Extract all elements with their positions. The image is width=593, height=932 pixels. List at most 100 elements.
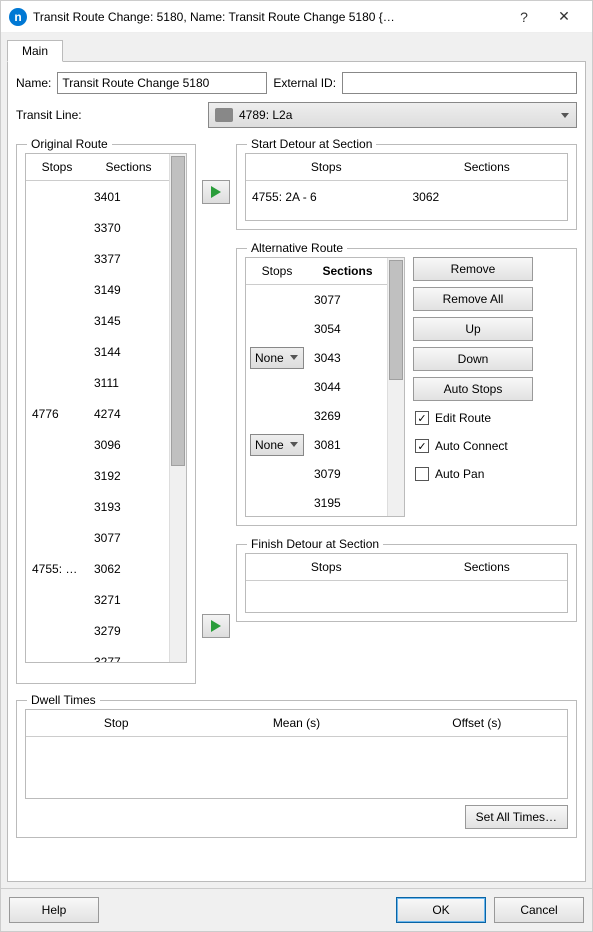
table-row[interactable]: 3079: [246, 459, 387, 488]
table-row[interactable]: 3144: [26, 336, 169, 367]
scrollbar-thumb[interactable]: [389, 260, 403, 380]
alternative-route-table[interactable]: Stops Sections 30773054None304330443269N…: [245, 257, 405, 517]
remove-all-button[interactable]: Remove All: [413, 287, 533, 311]
titlebar: n Transit Route Change: 5180, Name: Tran…: [1, 1, 592, 33]
edit-route-checkbox[interactable]: ✓ Edit Route: [413, 407, 568, 429]
sections-header: Sections: [407, 154, 568, 180]
chevron-down-icon: [560, 110, 570, 120]
remove-button[interactable]: Remove: [413, 257, 533, 281]
right-column: Start Detour at Section Stops Sections 4…: [236, 136, 577, 684]
section-cell: 3144: [88, 345, 169, 359]
table-row[interactable]: 3195: [246, 488, 387, 516]
section-cell: 3077: [88, 531, 169, 545]
client-area: Main Name: External ID: Transit Line: 47…: [1, 33, 592, 888]
table-row[interactable]: 3077: [246, 285, 387, 314]
table-row[interactable]: 3271: [26, 584, 169, 615]
section-cell: 3096: [88, 438, 169, 452]
section-cell: 3077: [308, 293, 387, 307]
set-all-times-button[interactable]: Set All Times…: [465, 805, 568, 829]
help-button[interactable]: Help: [9, 897, 99, 923]
start-detour-group: Start Detour at Section Stops Sections 4…: [236, 144, 577, 230]
tabstrip: Main: [7, 39, 586, 62]
finish-detour-assign-button[interactable]: [202, 614, 230, 638]
auto-pan-checkbox[interactable]: Auto Pan: [413, 463, 568, 485]
start-detour-table[interactable]: Stops Sections 4755: 2A - 6 3062: [245, 153, 568, 221]
finish-detour-group: Finish Detour at Section Stops Sections: [236, 544, 577, 622]
table-row[interactable]: 3279: [26, 615, 169, 646]
table-row[interactable]: 3145: [26, 305, 169, 336]
table-row[interactable]: 3054: [246, 314, 387, 343]
start-detour-section: 3062: [407, 186, 568, 208]
sections-header: Sections: [88, 154, 169, 180]
auto-stops-button[interactable]: Auto Stops: [413, 377, 533, 401]
table-row[interactable]: 3044: [246, 372, 387, 401]
alternative-scrollbar[interactable]: [387, 258, 404, 516]
start-detour-assign-button[interactable]: [202, 180, 230, 204]
ok-button[interactable]: OK: [396, 897, 486, 923]
dwell-times-table[interactable]: Stop Mean (s) Offset (s): [25, 709, 568, 799]
auto-pan-label: Auto Pan: [435, 467, 484, 481]
table-row[interactable]: 3269: [246, 401, 387, 430]
dwell-times-legend: Dwell Times: [27, 693, 100, 707]
scrollbar-thumb[interactable]: [171, 156, 185, 466]
table-row[interactable]: 3401: [26, 181, 169, 212]
original-route-group: Original Route Stops Sections 3401337033…: [16, 144, 196, 684]
table-row[interactable]: None3081: [246, 430, 387, 459]
name-row: Name: External ID:: [16, 72, 577, 94]
section-cell: 3377: [88, 252, 169, 266]
table-row[interactable]: 4755: 2A - 6 3062: [246, 181, 567, 212]
alternative-route-group: Alternative Route Stops Sections 3077305…: [236, 248, 577, 526]
table-row[interactable]: None3043: [246, 343, 387, 372]
sections-header: Sections: [308, 258, 387, 284]
section-cell: 3054: [308, 322, 387, 336]
stop-combo[interactable]: None: [250, 347, 304, 369]
up-button[interactable]: Up: [413, 317, 533, 341]
table-row[interactable]: 3193: [26, 491, 169, 522]
close-button[interactable]: ✕: [544, 1, 584, 33]
finish-detour-table[interactable]: Stops Sections: [245, 553, 568, 613]
table-row[interactable]: 3377: [26, 243, 169, 274]
name-input[interactable]: [57, 72, 267, 94]
cancel-button[interactable]: Cancel: [494, 897, 584, 923]
table-row[interactable]: 4755: …3062: [26, 553, 169, 584]
section-cell: 3195: [308, 496, 387, 510]
original-route-table[interactable]: Stops Sections 34013370 3377 3149 3145 3144 3…: [25, 153, 187, 663]
transit-line-label: Transit Line:: [16, 108, 202, 122]
transit-line-row: Transit Line: 4789: L2a: [16, 102, 577, 128]
name-label: Name:: [16, 76, 51, 90]
arrow-right-icon: [211, 186, 221, 198]
sections-header: Sections: [407, 554, 568, 580]
section-cell: 3271: [88, 593, 169, 607]
section-cell: 4274: [88, 407, 169, 421]
transit-line-select[interactable]: 4789: L2a: [208, 102, 577, 128]
dialog-buttons: Help OK Cancel: [1, 888, 592, 931]
original-scrollbar[interactable]: [169, 154, 186, 662]
app-icon: n: [9, 8, 27, 26]
external-id-input[interactable]: [342, 72, 577, 94]
section-cell: 3145: [88, 314, 169, 328]
table-row[interactable]: 3111: [26, 367, 169, 398]
original-route-header: Stops Sections: [26, 154, 169, 181]
down-button[interactable]: Down: [413, 347, 533, 371]
table-row[interactable]: 3077: [26, 522, 169, 553]
table-row[interactable]: 3096: [26, 429, 169, 460]
table-row[interactable]: 3192: [26, 460, 169, 491]
stop-combo[interactable]: None: [250, 434, 304, 456]
checkbox-icon: ✓: [415, 411, 429, 425]
section-cell: 3149: [88, 283, 169, 297]
auto-connect-label: Auto Connect: [435, 439, 508, 453]
stops-header: Stops: [246, 554, 407, 580]
auto-connect-checkbox[interactable]: ✓ Auto Connect: [413, 435, 568, 457]
stop-cell: 4755: …: [26, 562, 88, 576]
table-row[interactable]: 3370: [26, 212, 169, 243]
mid-grid: Original Route Stops Sections 3401337033…: [16, 136, 577, 684]
section-cell: 3111: [88, 376, 169, 390]
table-row[interactable]: 3277: [26, 646, 169, 662]
tab-main[interactable]: Main: [7, 40, 63, 62]
section-cell: 3277: [88, 655, 169, 663]
stop-cell: None: [246, 434, 308, 456]
help-titlebar-button[interactable]: ?: [504, 1, 544, 33]
table-row[interactable]: 47764274: [26, 398, 169, 429]
tab-main-page: Name: External ID: Transit Line: 4789: L…: [7, 62, 586, 882]
table-row[interactable]: 3149: [26, 274, 169, 305]
